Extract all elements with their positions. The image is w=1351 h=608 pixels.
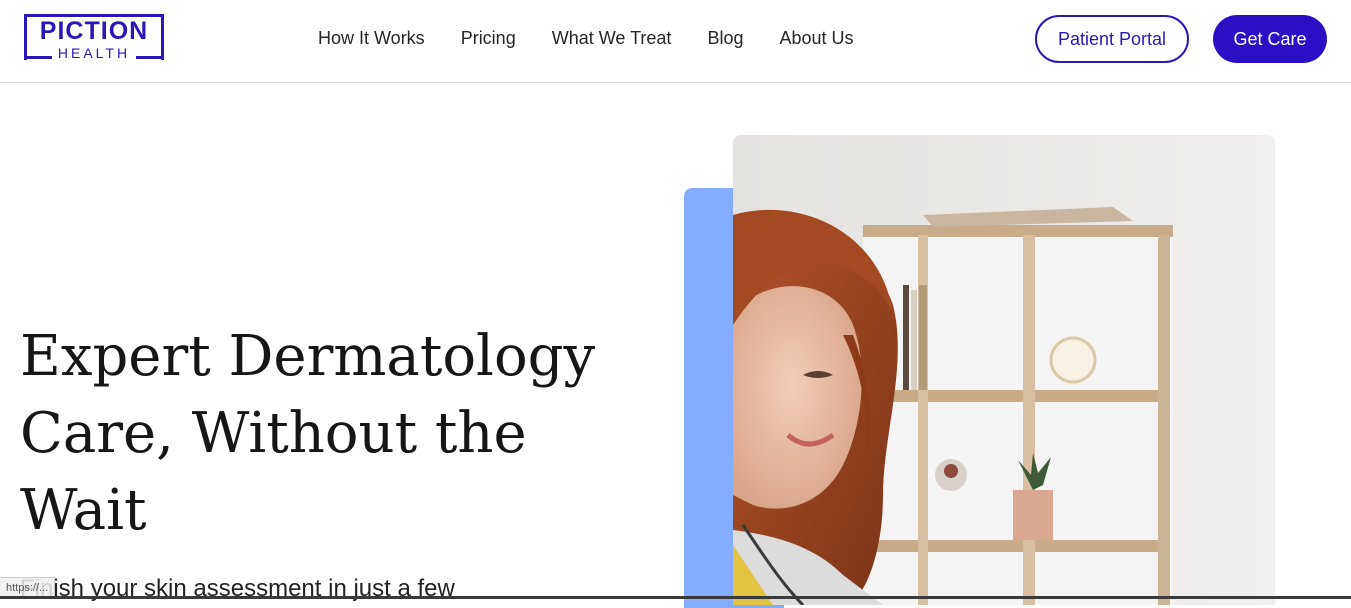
hero-photo: [733, 135, 1275, 605]
hero-title: Expert Dermatology Care, Without the Wai…: [20, 324, 596, 543]
nav-what-we-treat[interactable]: What We Treat: [552, 26, 672, 50]
logo-wordmark-top: PICTION: [39, 17, 149, 45]
piction-health-logo[interactable]: PICTION HEALTH: [24, 14, 164, 61]
get-care-button[interactable]: Get Care: [1213, 15, 1327, 63]
logo-wordmark-bottom: HEALTH: [24, 45, 164, 61]
nav-about-us[interactable]: About Us: [779, 26, 853, 50]
site-header: PICTION HEALTH How It Works Pricing What…: [0, 0, 1351, 83]
hero-subtitle: Finish your skin assessment in just a fe…: [20, 575, 455, 602]
main-nav: How It Works Pricing What We Treat Blog …: [318, 26, 890, 50]
browser-status-url: https://...: [0, 577, 56, 597]
woman-smiling-photo: [733, 135, 1275, 605]
patient-portal-button[interactable]: Patient Portal: [1035, 15, 1189, 63]
nav-pricing[interactable]: Pricing: [461, 26, 516, 50]
nav-blog[interactable]: Blog: [707, 26, 743, 50]
nav-how-it-works[interactable]: How It Works: [318, 26, 425, 50]
